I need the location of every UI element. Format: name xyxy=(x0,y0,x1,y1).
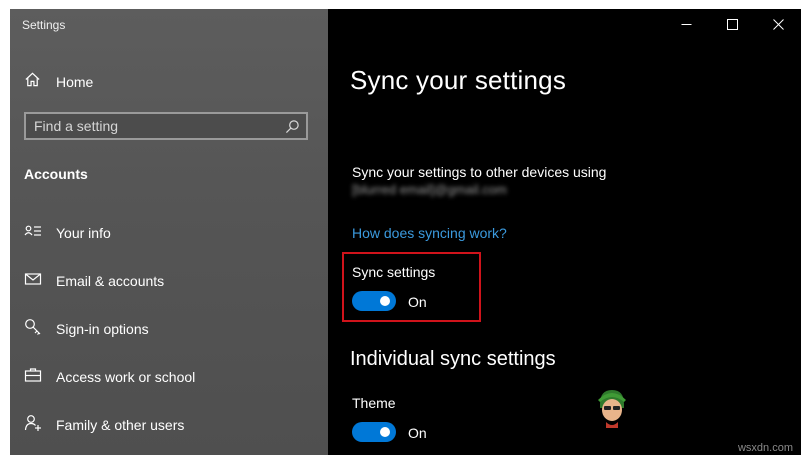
sync-settings-state: On xyxy=(408,294,427,310)
briefcase-icon xyxy=(24,366,42,389)
home-label: Home xyxy=(56,74,94,90)
sidebar-item-sign-in-options[interactable]: Sign-in options xyxy=(24,318,149,340)
sidebar-item-label: Access work or school xyxy=(56,369,196,385)
search-box[interactable] xyxy=(24,112,308,140)
toggle-knob xyxy=(380,296,390,306)
close-button[interactable] xyxy=(755,9,801,39)
sidebar: Settings Home Accounts xyxy=(10,9,328,455)
minimize-button[interactable] xyxy=(663,9,709,39)
sidebar-item-label: Sign-in options xyxy=(56,321,149,337)
theme-label: Theme xyxy=(352,395,396,411)
highlight-box xyxy=(342,252,481,322)
close-icon xyxy=(772,18,784,30)
page-title: Sync your settings xyxy=(350,65,567,95)
sync-settings-label: Sync settings xyxy=(352,264,436,280)
sidebar-item-family-users[interactable]: Family & other users xyxy=(24,414,184,436)
person-card-icon xyxy=(24,222,42,245)
watermark-logo xyxy=(594,386,630,428)
sidebar-item-your-info[interactable]: Your info xyxy=(24,222,111,244)
sidebar-item-label: Family & other users xyxy=(56,417,185,433)
section-heading-accounts: Accounts xyxy=(24,166,88,182)
minimize-icon xyxy=(681,23,691,25)
sync-description: Sync your settings to other devices usin… xyxy=(352,164,607,180)
maximize-icon xyxy=(726,18,738,30)
sidebar-item-access-work[interactable]: Access work or school xyxy=(24,366,195,388)
sidebar-item-label: Email & accounts xyxy=(56,273,165,289)
mail-icon xyxy=(24,270,42,293)
sidebar-item-label: Your info xyxy=(56,225,111,241)
help-link[interactable]: How does syncing work? xyxy=(352,225,507,241)
settings-window: Settings Home Accounts xyxy=(10,9,801,455)
app-title: Settings xyxy=(22,18,66,32)
home-nav-item[interactable]: Home xyxy=(24,71,93,93)
watermark-text: wsxdn.com xyxy=(737,442,793,454)
home-icon xyxy=(24,71,41,93)
sync-settings-toggle[interactable] xyxy=(352,291,396,311)
window-controls xyxy=(663,9,801,39)
main-content: Sync your settings Sync your settings to… xyxy=(328,9,801,455)
individual-sync-heading: Individual sync settings xyxy=(350,348,556,370)
search-icon[interactable] xyxy=(285,119,300,134)
toggle-knob xyxy=(380,427,390,437)
theme-state: On xyxy=(408,425,427,441)
theme-toggle[interactable] xyxy=(352,422,396,442)
sidebar-item-email-accounts[interactable]: Email & accounts xyxy=(24,270,164,292)
maximize-button[interactable] xyxy=(709,9,755,39)
key-icon xyxy=(24,318,42,341)
account-email: [blurred email]@gmail.com xyxy=(352,182,507,197)
person-add-icon xyxy=(24,414,42,437)
search-input[interactable] xyxy=(34,114,274,138)
